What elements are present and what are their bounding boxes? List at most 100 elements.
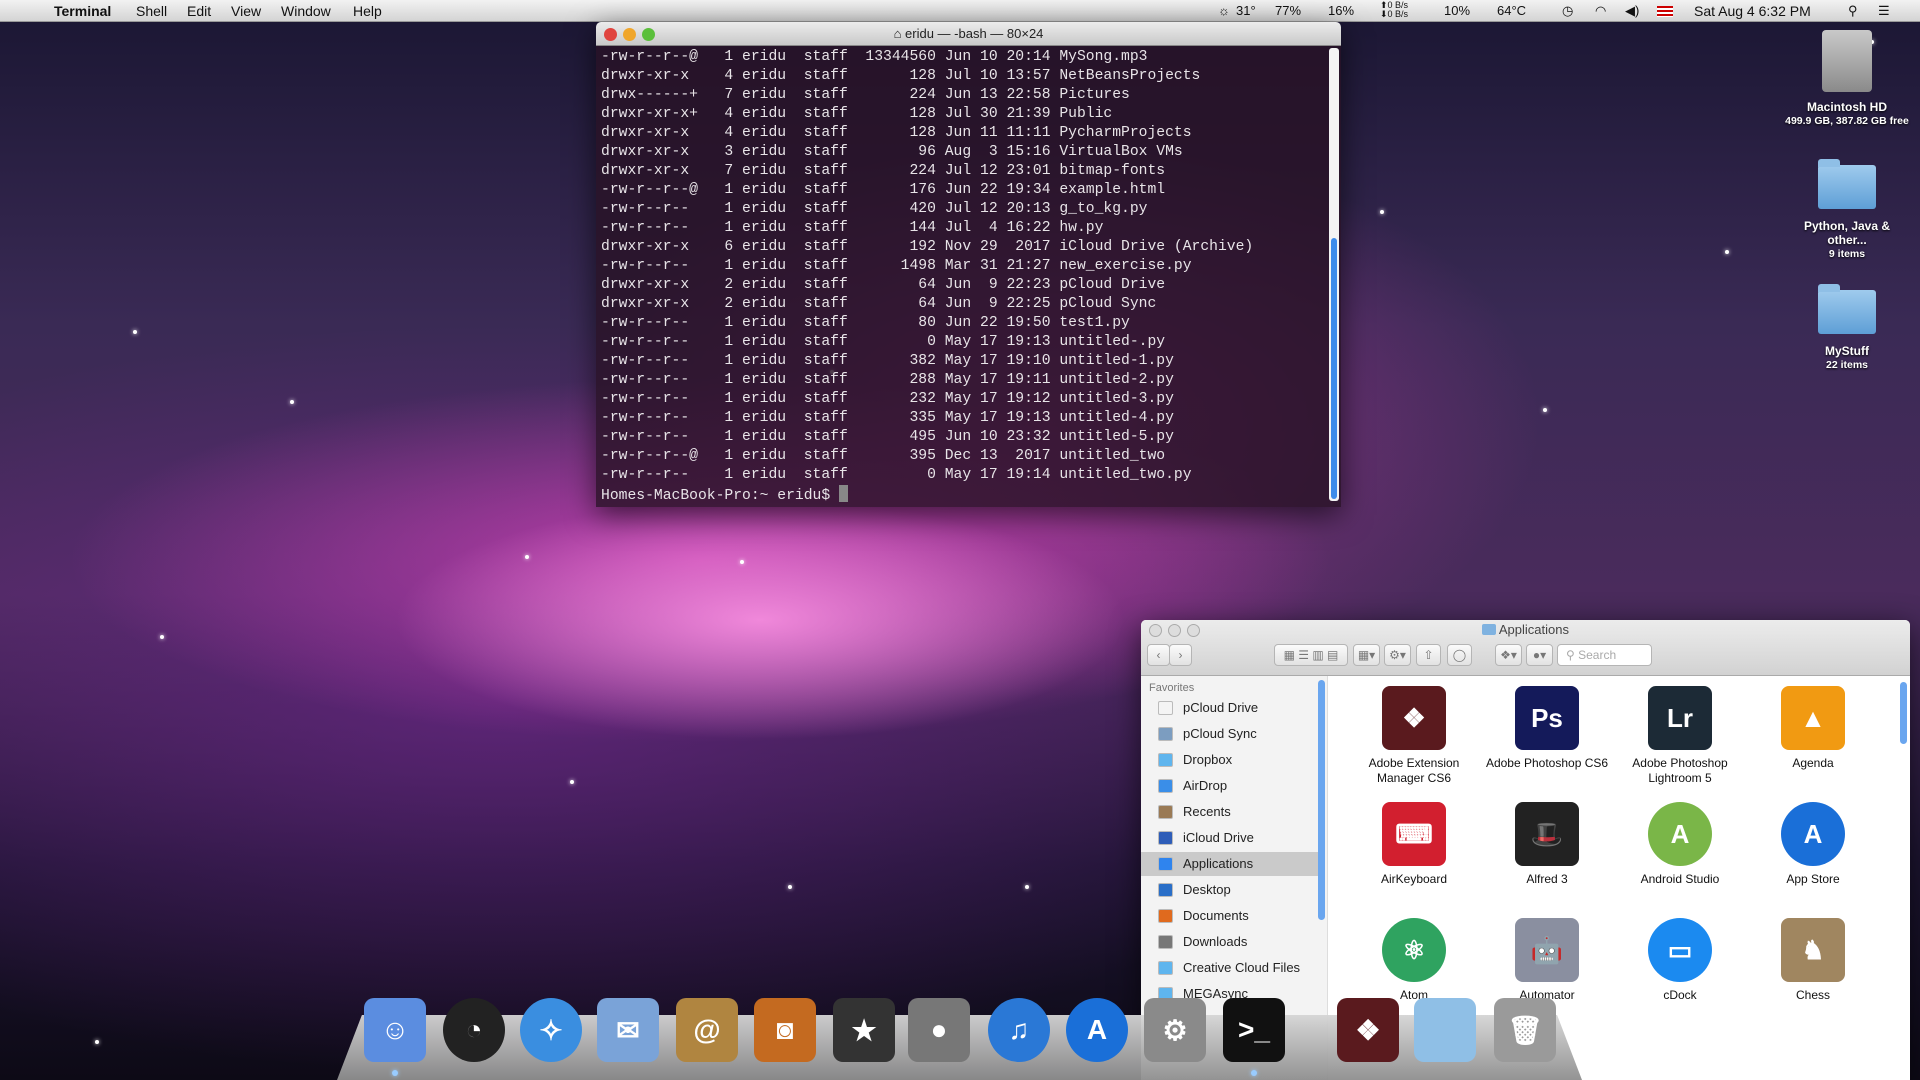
action-gear-button[interactable]: ⚙▾ <box>1384 644 1411 666</box>
dock-address-book-icon[interactable]: @ <box>676 998 738 1062</box>
memory-status[interactable]: 16% <box>1328 3 1354 18</box>
menu-help[interactable]: Help <box>353 3 382 19</box>
app-item[interactable]: ▭ cDock <box>1615 918 1745 1003</box>
desktop-icon-drive[interactable]: Macintosh HD 499.9 GB, 387.82 GB free <box>1782 30 1912 128</box>
dock-safari-icon[interactable]: ✧ <box>520 998 582 1062</box>
menu-window[interactable]: Window <box>281 3 331 19</box>
sidebar-item-label: Downloads <box>1183 934 1248 949</box>
weather-icon[interactable]: ☼ <box>1218 3 1230 18</box>
sidebar-item-pcloud-drive[interactable]: pCloud Drive <box>1141 696 1318 720</box>
dock-glyph: ✉ <box>616 1014 640 1046</box>
app-item[interactable]: 🎩 Alfred 3 <box>1482 802 1612 887</box>
menu-shell[interactable]: Shell <box>136 3 167 19</box>
menu-app-name[interactable]: Terminal <box>54 3 111 19</box>
sidebar-item-icloud-drive[interactable]: iCloud Drive <box>1141 826 1318 850</box>
creative-cloud-files-icon <box>1158 961 1173 975</box>
disk-status[interactable]: 77% <box>1275 3 1301 18</box>
sidebar-item-dropbox[interactable]: Dropbox <box>1141 748 1318 772</box>
terminal-prompt-line[interactable]: Homes-MacBook-Pro:~ eridu$ <box>601 485 1341 506</box>
dock-app-store-icon[interactable]: A <box>1066 998 1128 1062</box>
sidebar-item-downloads[interactable]: Downloads <box>1141 930 1318 954</box>
dock-finder-icon[interactable]: ☺ <box>364 998 426 1062</box>
dock-documents-stack-icon[interactable] <box>1414 998 1476 1062</box>
sidebar-item-label: iCloud Drive <box>1183 830 1254 845</box>
sidebar-item-label: pCloud Drive <box>1183 700 1259 715</box>
app-item[interactable]: A Android Studio <box>1615 802 1745 887</box>
zoom-button[interactable] <box>642 28 655 41</box>
app-item[interactable]: Lr Adobe Photoshop Lightroom 5 <box>1615 686 1745 786</box>
network-status[interactable]: ⬆0 B/s ⬇0 B/s <box>1380 1 1408 19</box>
menu-edit[interactable]: Edit <box>187 3 211 19</box>
forward-button[interactable]: › <box>1169 644 1192 666</box>
app-item[interactable]: ❖ Adobe Extension Manager CS6 <box>1349 686 1479 786</box>
terminal-scrollbar[interactable] <box>1329 48 1339 501</box>
star-decoration <box>1380 210 1384 214</box>
back-button[interactable]: ‹ <box>1147 644 1170 666</box>
volume-icon[interactable]: ◀) <box>1625 3 1639 19</box>
notification-center-icon[interactable]: ☰ <box>1878 3 1890 19</box>
app-item[interactable]: ♞ Chess <box>1748 918 1878 1003</box>
star-decoration <box>95 1040 99 1044</box>
terminal-titlebar[interactable]: ⌂ eridu — -bash — 80×24 <box>596 22 1341 46</box>
terminal-line: -rw-r--r-- 1 eridu staff 144 Jul 4 16:22… <box>601 220 1104 236</box>
content-scrollbar[interactable] <box>1900 682 1907 744</box>
time-machine-icon[interactable]: ◷ <box>1562 3 1573 19</box>
terminal-window[interactable]: ⌂ eridu — -bash — 80×24 -rw-r--r--@ 1 er… <box>596 22 1341 507</box>
dock-glyph: ◔ <box>465 1014 483 1045</box>
tags-button[interactable]: ◯ <box>1447 644 1472 666</box>
dock-glyph: @ <box>693 1014 721 1045</box>
dock-imovie-icon[interactable]: ★ <box>833 998 895 1062</box>
dock-system-preferences-icon[interactable]: ⚙ <box>1144 998 1206 1062</box>
dock-itunes-icon[interactable]: ♫ <box>988 998 1050 1062</box>
sidebar-item-pcloud-sync[interactable]: pCloud Sync <box>1141 722 1318 746</box>
wifi-icon[interactable]: ◠ <box>1595 3 1606 19</box>
search-input[interactable]: ⚲ Search <box>1557 644 1652 666</box>
sidebar-item-label: Applications <box>1183 856 1254 871</box>
desktop-icon-info: 9 items <box>1828 248 1866 260</box>
app-item[interactable]: ⌨ AirKeyboard <box>1349 802 1479 887</box>
menu-view[interactable]: View <box>231 3 261 19</box>
app-item[interactable]: Ps Adobe Photoshop CS6 <box>1482 686 1612 771</box>
app-item[interactable]: ⚛ Atom <box>1349 918 1479 1003</box>
desktop-icon-folder[interactable]: Python, Java & other... 9 items <box>1782 155 1912 261</box>
dock-mail-icon[interactable]: ✉ <box>597 998 659 1062</box>
mega-button[interactable]: ●▾ <box>1526 644 1553 666</box>
sidebar-item-recents[interactable]: Recents <box>1141 800 1318 824</box>
share-button[interactable]: ⇧ <box>1416 644 1441 666</box>
dock-terminal-icon[interactable]: >_ <box>1223 998 1285 1062</box>
app-item[interactable]: ▲ Agenda <box>1748 686 1878 771</box>
sidebar-item-creative-cloud-files[interactable]: Creative Cloud Files <box>1141 956 1318 980</box>
sidebar-item-desktop[interactable]: Desktop <box>1141 878 1318 902</box>
app-glyph: ♞ <box>1801 934 1825 965</box>
terminal-output[interactable]: -rw-r--r--@ 1 eridu staff 13344560 Jun 1… <box>596 46 1341 507</box>
dock-trash-icon[interactable]: 🗑 <box>1494 998 1556 1062</box>
sidebar-item-airdrop[interactable]: AirDrop <box>1141 774 1318 798</box>
spotlight-icon[interactable]: ⚲ <box>1848 3 1858 19</box>
arrange-button[interactable]: ▦▾ <box>1353 644 1380 666</box>
sidebar-scrollbar[interactable] <box>1318 680 1325 920</box>
input-source-flag-icon[interactable] <box>1657 6 1673 17</box>
minimize-button[interactable] <box>623 28 636 41</box>
automator-icon: 🤖 <box>1515 918 1579 982</box>
weather-status[interactable]: 31° <box>1236 3 1256 18</box>
dock-dashboard-icon[interactable]: ◔ <box>443 998 505 1062</box>
close-button[interactable] <box>604 28 617 41</box>
desktop-icon-folder[interactable]: MyStuff 22 items <box>1782 280 1912 372</box>
app-item[interactable]: A App Store <box>1748 802 1878 887</box>
sidebar-item-documents[interactable]: Documents <box>1141 904 1318 928</box>
terminal-line: -rw-r--r--@ 1 eridu staff 395 Dec 13 201… <box>601 448 1166 464</box>
app-item[interactable]: 🤖 Automator <box>1482 918 1612 1003</box>
terminal-line: -rw-r--r--@ 1 eridu staff 13344560 Jun 1… <box>601 49 1148 65</box>
cpu-status[interactable]: 10% <box>1444 3 1470 18</box>
star-decoration <box>133 330 137 334</box>
dock-adobe-extension-stack-icon[interactable]: ❖ <box>1337 998 1399 1062</box>
dock-facetime-icon[interactable]: ● <box>908 998 970 1062</box>
clock[interactable]: Sat Aug 4 6:32 PM <box>1694 3 1811 19</box>
view-mode-segmented[interactable]: ▦ ☰ ▥ ▤ <box>1274 644 1348 666</box>
dock-iphoto-icon[interactable]: ◙ <box>754 998 816 1062</box>
dropbox-button[interactable]: ❖▾ <box>1495 644 1522 666</box>
star-decoration <box>160 635 164 639</box>
sidebar-item-applications[interactable]: Applications <box>1141 852 1318 876</box>
temperature-status[interactable]: 64°C <box>1497 3 1526 18</box>
app-label: Alfred 3 <box>1526 872 1568 886</box>
